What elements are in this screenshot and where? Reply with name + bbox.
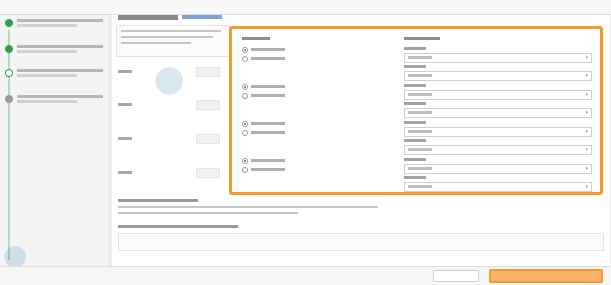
- row-label: [118, 103, 132, 106]
- check-icon: [5, 19, 13, 27]
- bottom-bar: [0, 266, 611, 285]
- pending-step-icon: [5, 95, 13, 103]
- option-group: [242, 121, 372, 139]
- step-title: [17, 69, 103, 72]
- chevron-down-icon: ▾: [585, 184, 588, 190]
- dropdown-select[interactable]: ▾: [404, 108, 592, 118]
- row-label: [118, 171, 132, 174]
- chevron-down-icon: ▾: [585, 55, 588, 61]
- radio-button[interactable]: [242, 167, 248, 173]
- dropdown-field: ▾: [404, 102, 592, 120]
- step-title: [17, 95, 103, 98]
- dropdown-select[interactable]: ▾: [404, 90, 592, 100]
- row-label: [118, 70, 132, 73]
- dropdown-field: ▾: [404, 121, 592, 139]
- check-icon: [5, 45, 13, 53]
- chevron-down-icon: ▾: [585, 92, 588, 98]
- row-value: [196, 100, 220, 110]
- radio-button[interactable]: [242, 93, 248, 99]
- progress-sidebar: [0, 15, 108, 284]
- section-title: [118, 15, 178, 20]
- dropdown-field: ▾: [404, 139, 592, 157]
- column-header: [242, 37, 270, 40]
- settings-overlay: ▾ ▾ ▾ ▾ ▾ ▾ ▾ ▾: [229, 26, 603, 195]
- step-3-current[interactable]: [5, 69, 105, 89]
- option-group: [242, 84, 372, 102]
- current-step-icon: [5, 69, 13, 77]
- dropdown-select[interactable]: ▾: [404, 127, 592, 137]
- dropdown-field: ▾: [404, 47, 592, 65]
- top-bar: [0, 0, 611, 15]
- row-label: [118, 137, 132, 140]
- dropdown-field: ▾: [404, 65, 592, 83]
- row-value: [196, 168, 220, 178]
- row-value: [196, 67, 220, 77]
- step-subtitle: [17, 100, 77, 103]
- dropdown-select[interactable]: ▾: [404, 145, 592, 155]
- dropdown-field: ▾: [404, 176, 592, 194]
- info-box: [116, 25, 230, 57]
- chevron-down-icon: ▾: [585, 73, 588, 79]
- column-header: [404, 37, 440, 40]
- row-value: [196, 134, 220, 144]
- section-link[interactable]: [182, 15, 222, 19]
- text-area[interactable]: [118, 233, 604, 251]
- radio-button[interactable]: [242, 158, 248, 164]
- primary-button[interactable]: [489, 269, 603, 283]
- step-4[interactable]: [5, 95, 105, 115]
- chevron-down-icon: ▾: [585, 147, 588, 153]
- dropdown-select[interactable]: ▾: [404, 53, 592, 63]
- step-title: [17, 45, 103, 48]
- chevron-down-icon: ▾: [585, 166, 588, 172]
- step-subtitle: [17, 50, 77, 53]
- step-title: [17, 19, 103, 22]
- chevron-down-icon: ▾: [585, 110, 588, 116]
- chevron-down-icon: ▾: [585, 129, 588, 135]
- dropdown-select[interactable]: ▾: [404, 164, 592, 174]
- dropdown-field: ▾: [404, 158, 592, 176]
- option-group: [242, 47, 372, 65]
- step-subtitle: [17, 74, 77, 77]
- dropdown-select[interactable]: ▾: [404, 71, 592, 81]
- radio-button[interactable]: [242, 47, 248, 53]
- radio-button[interactable]: [242, 84, 248, 90]
- radio-button[interactable]: [242, 121, 248, 127]
- dropdown-field: ▾: [404, 84, 592, 102]
- step-subtitle: [17, 24, 77, 27]
- lower-section: [112, 197, 610, 257]
- option-group: [242, 158, 372, 176]
- radio-button[interactable]: [242, 56, 248, 62]
- secondary-button[interactable]: [433, 270, 479, 282]
- step-1[interactable]: [5, 19, 105, 39]
- step-2[interactable]: [5, 45, 105, 65]
- dropdown-select[interactable]: ▾: [404, 182, 592, 192]
- radio-button[interactable]: [242, 130, 248, 136]
